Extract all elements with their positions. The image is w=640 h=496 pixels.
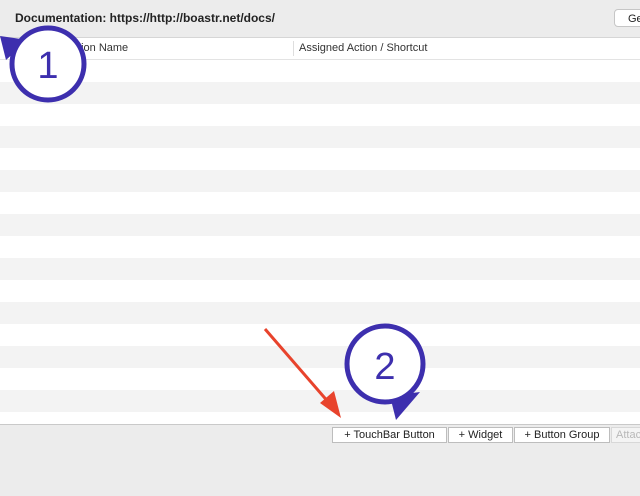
badge-2-number: 2 (374, 346, 395, 388)
callout-badge-2: 2 (344, 323, 426, 420)
callout-badge-1: 1 (0, 25, 87, 103)
badge-1-number: 1 (37, 45, 58, 87)
callout-arrow (263, 328, 341, 418)
annotation-overlay: 1 2 (0, 25, 426, 420)
arrow-shaft (263, 328, 332, 405)
